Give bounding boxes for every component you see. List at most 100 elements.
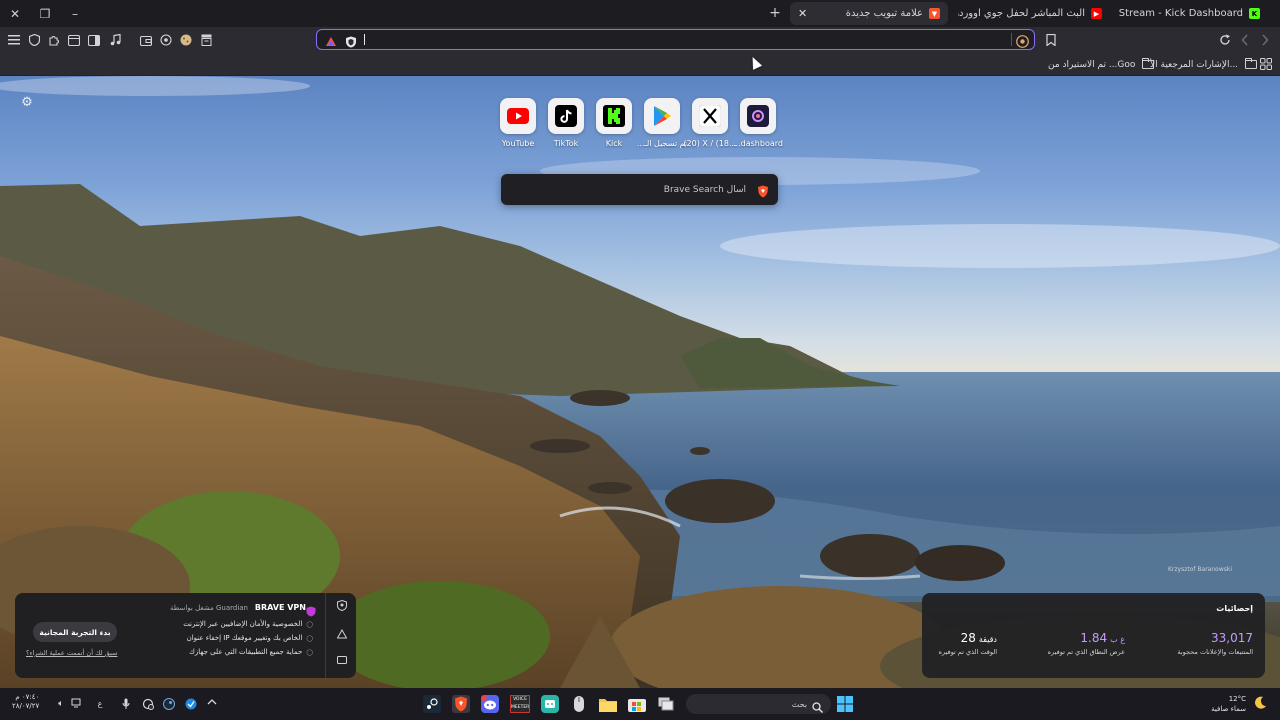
discord-app-icon[interactable] bbox=[481, 695, 499, 713]
top-site-dashboard[interactable]: ...dashboard bbox=[733, 98, 783, 148]
sidebar-icon bbox=[88, 34, 100, 46]
apps-button[interactable] bbox=[1257, 55, 1275, 73]
downloads-button[interactable] bbox=[197, 31, 215, 49]
address-bar[interactable] bbox=[316, 29, 1035, 50]
stat-value: 28 دقيقة bbox=[960, 631, 997, 645]
taskbar-search-input[interactable] bbox=[696, 697, 807, 711]
stat-label: المتتبعات والإعلانات محجوبة bbox=[1177, 648, 1253, 656]
bookmark-folder-imported[interactable]: تم الاستيراد من ...Goo bbox=[1048, 56, 1155, 73]
bookmark-folder-bookmarks[interactable]: الإشارات المرجعية الأ... bbox=[1150, 56, 1258, 73]
check-icon: ◯ bbox=[306, 620, 313, 628]
divider bbox=[1011, 33, 1012, 46]
task-view-icon[interactable] bbox=[657, 695, 675, 713]
taskbar-search[interactable] bbox=[686, 694, 831, 714]
start-button[interactable] bbox=[836, 695, 854, 713]
tab-kick-dashboard[interactable]: Stream - Kick Dashboard K bbox=[1118, 2, 1268, 25]
extension-puzzle-button[interactable] bbox=[157, 31, 175, 49]
cookie-icon bbox=[180, 34, 192, 46]
window-restore-button[interactable]: ❐ bbox=[30, 0, 60, 27]
window-close-button[interactable]: ✕ bbox=[0, 0, 30, 27]
youtube-icon bbox=[507, 108, 529, 124]
back-button[interactable] bbox=[1236, 31, 1254, 49]
leo-ai-icon[interactable] bbox=[1016, 33, 1029, 52]
check-icon: ◯ bbox=[306, 634, 313, 642]
wallet-button[interactable] bbox=[137, 31, 155, 49]
tab-close-icon[interactable]: ✕ bbox=[798, 7, 807, 20]
privacy-stats-card: إحصائيات 33,017 المتتبعات والإعلانات محج… bbox=[922, 593, 1265, 678]
vpn-feature: الخصوصية والأمان الإضافيين عبر الإنترنت ◯ bbox=[183, 620, 313, 628]
already-purchased-link[interactable]: سبق لك أن أتممت عملية الشراء؟ bbox=[26, 649, 117, 657]
sidebar-toggle-button[interactable] bbox=[85, 31, 103, 49]
tab-new-tab[interactable]: ✕ علامة تبويب جديدة ▼ bbox=[790, 2, 948, 25]
system-clock[interactable]: ٠٧:٤٠ م ٢٨/٠٧/٢٧ bbox=[12, 693, 39, 711]
address-input[interactable] bbox=[363, 32, 1004, 46]
photo-credit[interactable]: Krzysztof Baranowski bbox=[1168, 566, 1232, 573]
steam-tray-icon[interactable] bbox=[163, 698, 175, 710]
stat-time-saved: 28 دقيقة الوقت الذي تم توفيره bbox=[939, 631, 997, 656]
close-icon: ✕ bbox=[9, 6, 21, 21]
language-indicator[interactable]: ع bbox=[94, 698, 106, 710]
chevron-up-icon[interactable] bbox=[206, 698, 218, 710]
start-free-trial-button[interactable]: بدء التجربة المجانية bbox=[33, 622, 117, 642]
grid-icon bbox=[1260, 58, 1272, 70]
top-sites: YouTube TikTok Kick ...تم تسجيل الـ (20)… bbox=[500, 98, 783, 148]
top-site-youtube[interactable]: YouTube bbox=[500, 98, 536, 148]
chevron-left-icon bbox=[1241, 34, 1248, 46]
microphone-icon[interactable] bbox=[120, 698, 132, 710]
profile-button[interactable] bbox=[177, 31, 195, 49]
file-explorer-icon[interactable] bbox=[599, 695, 617, 713]
stat-value: 33,017 bbox=[1211, 631, 1253, 645]
chat-app-icon[interactable] bbox=[541, 695, 559, 713]
tab-youtube-stream[interactable]: ◉ البث المباشر لحفل جوي اووردز ٢٠٢٦ ▶ bbox=[958, 2, 1110, 25]
tab-strip: ✕ ❐ – + ✕ علامة تبويب جديدة ▼ ◉ البث الم… bbox=[0, 0, 1280, 27]
top-site-x[interactable]: (20) X / (18... bbox=[683, 98, 737, 148]
extensions-button[interactable] bbox=[45, 31, 63, 49]
reload-button[interactable] bbox=[1216, 31, 1234, 49]
customize-gear-icon[interactable]: ⚙ bbox=[20, 96, 34, 110]
brave-search-box[interactable] bbox=[501, 174, 778, 205]
brave-vpn-card: BRAVE VPN مشغل بواسطة Guardian الخصوصية … bbox=[15, 593, 356, 678]
brave-icon: ▼ bbox=[929, 8, 940, 19]
reload-icon bbox=[1220, 34, 1230, 45]
cards-widget-icon[interactable] bbox=[336, 656, 348, 668]
tab-search-button[interactable] bbox=[65, 31, 83, 49]
extension-icon bbox=[160, 34, 172, 46]
top-site-google-play[interactable]: ...تم تسجيل الـ bbox=[637, 98, 687, 148]
top-site-label: ...dashboard bbox=[733, 139, 783, 148]
rewards-widget-icon[interactable] bbox=[336, 628, 348, 641]
brave-app-icon[interactable] bbox=[452, 695, 470, 713]
search-input[interactable] bbox=[511, 182, 746, 197]
network-icon[interactable] bbox=[71, 698, 83, 710]
top-site-tiktok[interactable]: TikTok bbox=[548, 98, 584, 148]
top-site-kick[interactable]: Kick bbox=[596, 98, 632, 148]
folder-icon bbox=[1142, 58, 1155, 69]
store-app-icon[interactable] bbox=[628, 695, 646, 713]
weather-widget[interactable]: 12°C سماء صافية bbox=[1211, 694, 1246, 714]
vpn-powered-by: مشغل بواسطة Guardian bbox=[169, 604, 248, 612]
window-minimize-button[interactable]: – bbox=[60, 0, 90, 27]
bookmark-icon bbox=[1046, 34, 1056, 46]
mouse-app-icon[interactable] bbox=[570, 695, 588, 713]
vpn-widget-icon[interactable] bbox=[336, 599, 348, 612]
bookmark-button[interactable] bbox=[1042, 31, 1060, 49]
stat-label: عرض النطاق الذي تم توفيره bbox=[1047, 648, 1125, 656]
forward-button[interactable] bbox=[1256, 31, 1274, 49]
vpn-tray-icon[interactable] bbox=[185, 698, 197, 710]
stat-value: 1.84 غ ب bbox=[1080, 631, 1125, 645]
new-tab-button[interactable]: + bbox=[766, 4, 784, 22]
vpn-feature: حماية جميع التطبيقات التي على جهازك ◯ bbox=[189, 648, 313, 656]
stats-title: إحصائيات bbox=[1216, 604, 1253, 613]
speaker-icon[interactable]: 🔈︎ bbox=[55, 698, 67, 710]
bookmark-label: تم الاستيراد من ...Goo bbox=[1048, 59, 1136, 70]
brave-logo-icon bbox=[757, 183, 769, 202]
menu-button[interactable] bbox=[5, 31, 23, 49]
x-icon bbox=[699, 105, 721, 127]
media-button[interactable] bbox=[106, 31, 124, 49]
sync-icon[interactable] bbox=[142, 698, 154, 710]
brave-rewards-icon[interactable] bbox=[325, 33, 337, 52]
voicemeeter-app-icon[interactable]: VOICE MEETER bbox=[510, 695, 530, 713]
steam-app-icon[interactable] bbox=[423, 695, 441, 713]
brave-shields-icon[interactable] bbox=[345, 33, 357, 52]
vpn-button[interactable] bbox=[25, 31, 43, 49]
moon-icon[interactable] bbox=[1252, 696, 1268, 712]
